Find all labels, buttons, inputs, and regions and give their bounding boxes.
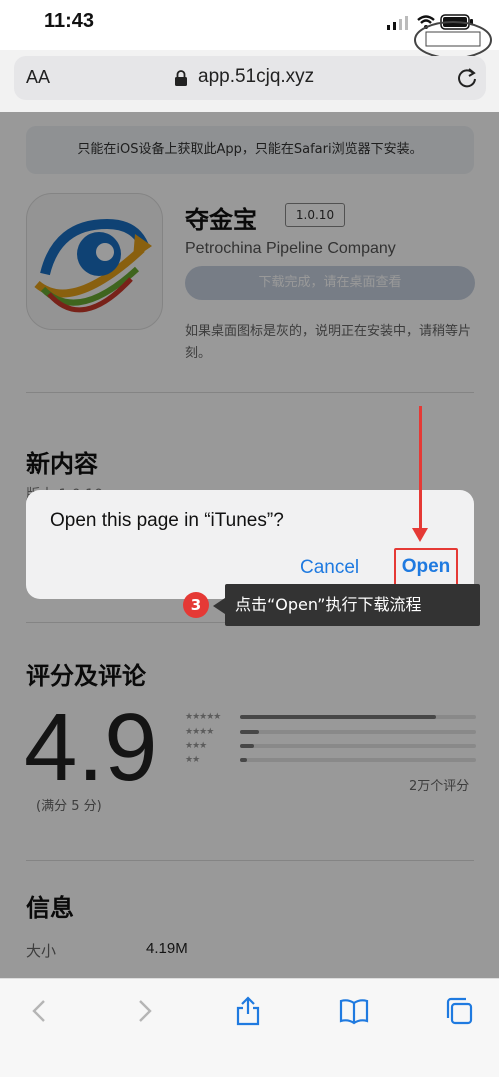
step-number-badge: 3 — [183, 592, 209, 618]
open-button[interactable]: Open — [394, 548, 458, 586]
tabs-icon[interactable] — [443, 995, 475, 1027]
forward-icon[interactable] — [128, 995, 160, 1027]
reload-icon[interactable] — [456, 67, 478, 89]
back-icon[interactable] — [24, 995, 56, 1027]
status-time: 11:43 — [44, 10, 95, 32]
guide-arrow-line — [419, 406, 422, 532]
url-text[interactable]: app.51cjq.xyz — [198, 66, 314, 88]
bookmarks-icon[interactable] — [338, 995, 370, 1027]
guide-arrow-head-icon — [412, 528, 428, 542]
cancel-button[interactable]: Cancel — [300, 557, 359, 579]
guide-tooltip: 点击“Open”执行下载流程 — [225, 584, 480, 626]
signal-icon — [387, 16, 408, 30]
dialog-message: Open this page in “iTunes”? — [50, 510, 284, 531]
browser-toolbar — [0, 978, 499, 1077]
share-icon[interactable] — [232, 995, 264, 1027]
lock-icon — [175, 70, 187, 86]
text-size-button[interactable]: AA — [26, 67, 50, 88]
tooltip-pointer — [213, 598, 225, 614]
